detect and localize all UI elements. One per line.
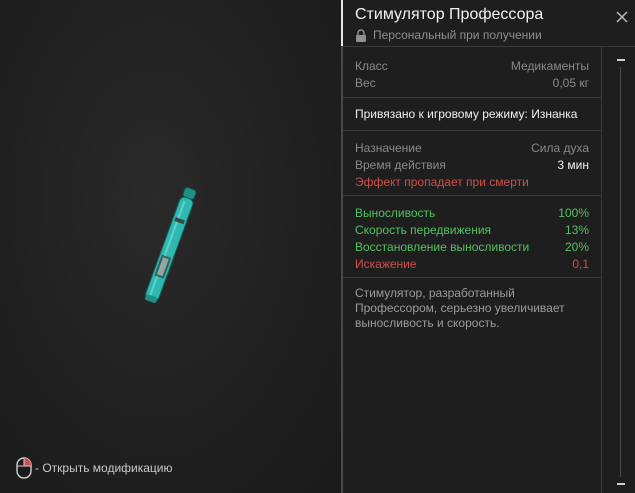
- scroll-divider: [601, 47, 602, 493]
- item-description: Стимулятор, разработанный Профессором, с…: [355, 286, 565, 330]
- stat-label-distortion: Искажение: [355, 256, 417, 271]
- stimulator-injector-image: [145, 187, 197, 303]
- scroll-top-marker[interactable]: [617, 59, 625, 61]
- mode-binding-section: Привязано к игровому режиму: Изнанка: [343, 98, 601, 131]
- duration-row: Время действия 3 мин: [355, 156, 589, 173]
- close-icon[interactable]: [615, 10, 629, 24]
- death-warning: Эффект пропадает при смерти: [355, 174, 529, 189]
- class-value: Медикаменты: [510, 58, 589, 73]
- purpose-label: Назначение: [355, 140, 422, 155]
- stat-value-endurance: 100%: [558, 205, 589, 220]
- scroll-bottom-marker[interactable]: [617, 483, 625, 485]
- class-row: Класс Медикаменты: [355, 57, 589, 74]
- mouse-right-click-icon: [16, 457, 32, 479]
- scrollbar[interactable]: [613, 47, 629, 493]
- duration-value: 3 мин: [557, 157, 589, 172]
- item-info-panel: Стимулятор Профессора Персональный при п…: [343, 0, 635, 493]
- open-modification-hint: - Открыть модификацию: [16, 456, 173, 480]
- class-label: Класс: [355, 58, 388, 73]
- stat-row: Искажение 0,1: [355, 255, 589, 272]
- weight-value: 0,05 кг: [552, 75, 589, 90]
- stat-row: Скорость передвижения 13%: [355, 221, 589, 238]
- death-warning-row: Эффект пропадает при смерти: [355, 173, 589, 190]
- scroll-track[interactable]: [620, 67, 621, 477]
- purpose-row: Назначение Сила духа: [355, 139, 589, 156]
- binding-status: Персональный при получении: [355, 28, 542, 42]
- stat-label-endurance: Выносливость: [355, 205, 436, 220]
- item-preview[interactable]: - Открыть модификацию: [0, 0, 341, 493]
- purpose-value: Сила духа: [531, 140, 589, 155]
- weight-row: Вес 0,05 кг: [355, 74, 589, 91]
- stat-label-movement-speed: Скорость передвижения: [355, 222, 492, 237]
- weight-label: Вес: [355, 75, 376, 90]
- panel-header: Стимулятор Профессора Персональный при п…: [343, 0, 635, 47]
- stat-value-endurance-regen: 20%: [564, 239, 589, 254]
- usage-section: Назначение Сила духа Время действия 3 ми…: [343, 131, 601, 196]
- stat-value-movement-speed: 13%: [564, 222, 589, 237]
- stats-section: Выносливость 100% Скорость передвижения …: [343, 196, 601, 278]
- duration-label: Время действия: [355, 157, 446, 172]
- lock-icon: [356, 28, 366, 42]
- stat-row: Восстановление выносливости 20%: [355, 238, 589, 255]
- item-title: Стимулятор Профессора: [355, 6, 544, 23]
- stat-row: Выносливость 100%: [355, 204, 589, 221]
- panel-content: Класс Медикаменты Вес 0,05 кг Привязано …: [343, 47, 601, 331]
- basic-section: Класс Медикаменты Вес 0,05 кг: [343, 47, 601, 98]
- mode-binding-text: Привязано к игровому режиму: Изнанка: [355, 107, 578, 121]
- stat-label-endurance-regen: Восстановление выносливости: [355, 239, 530, 254]
- stat-value-distortion: 0,1: [572, 256, 589, 271]
- binding-label: Персональный при получении: [373, 28, 542, 42]
- hint-text: - Открыть модификацию: [35, 461, 173, 475]
